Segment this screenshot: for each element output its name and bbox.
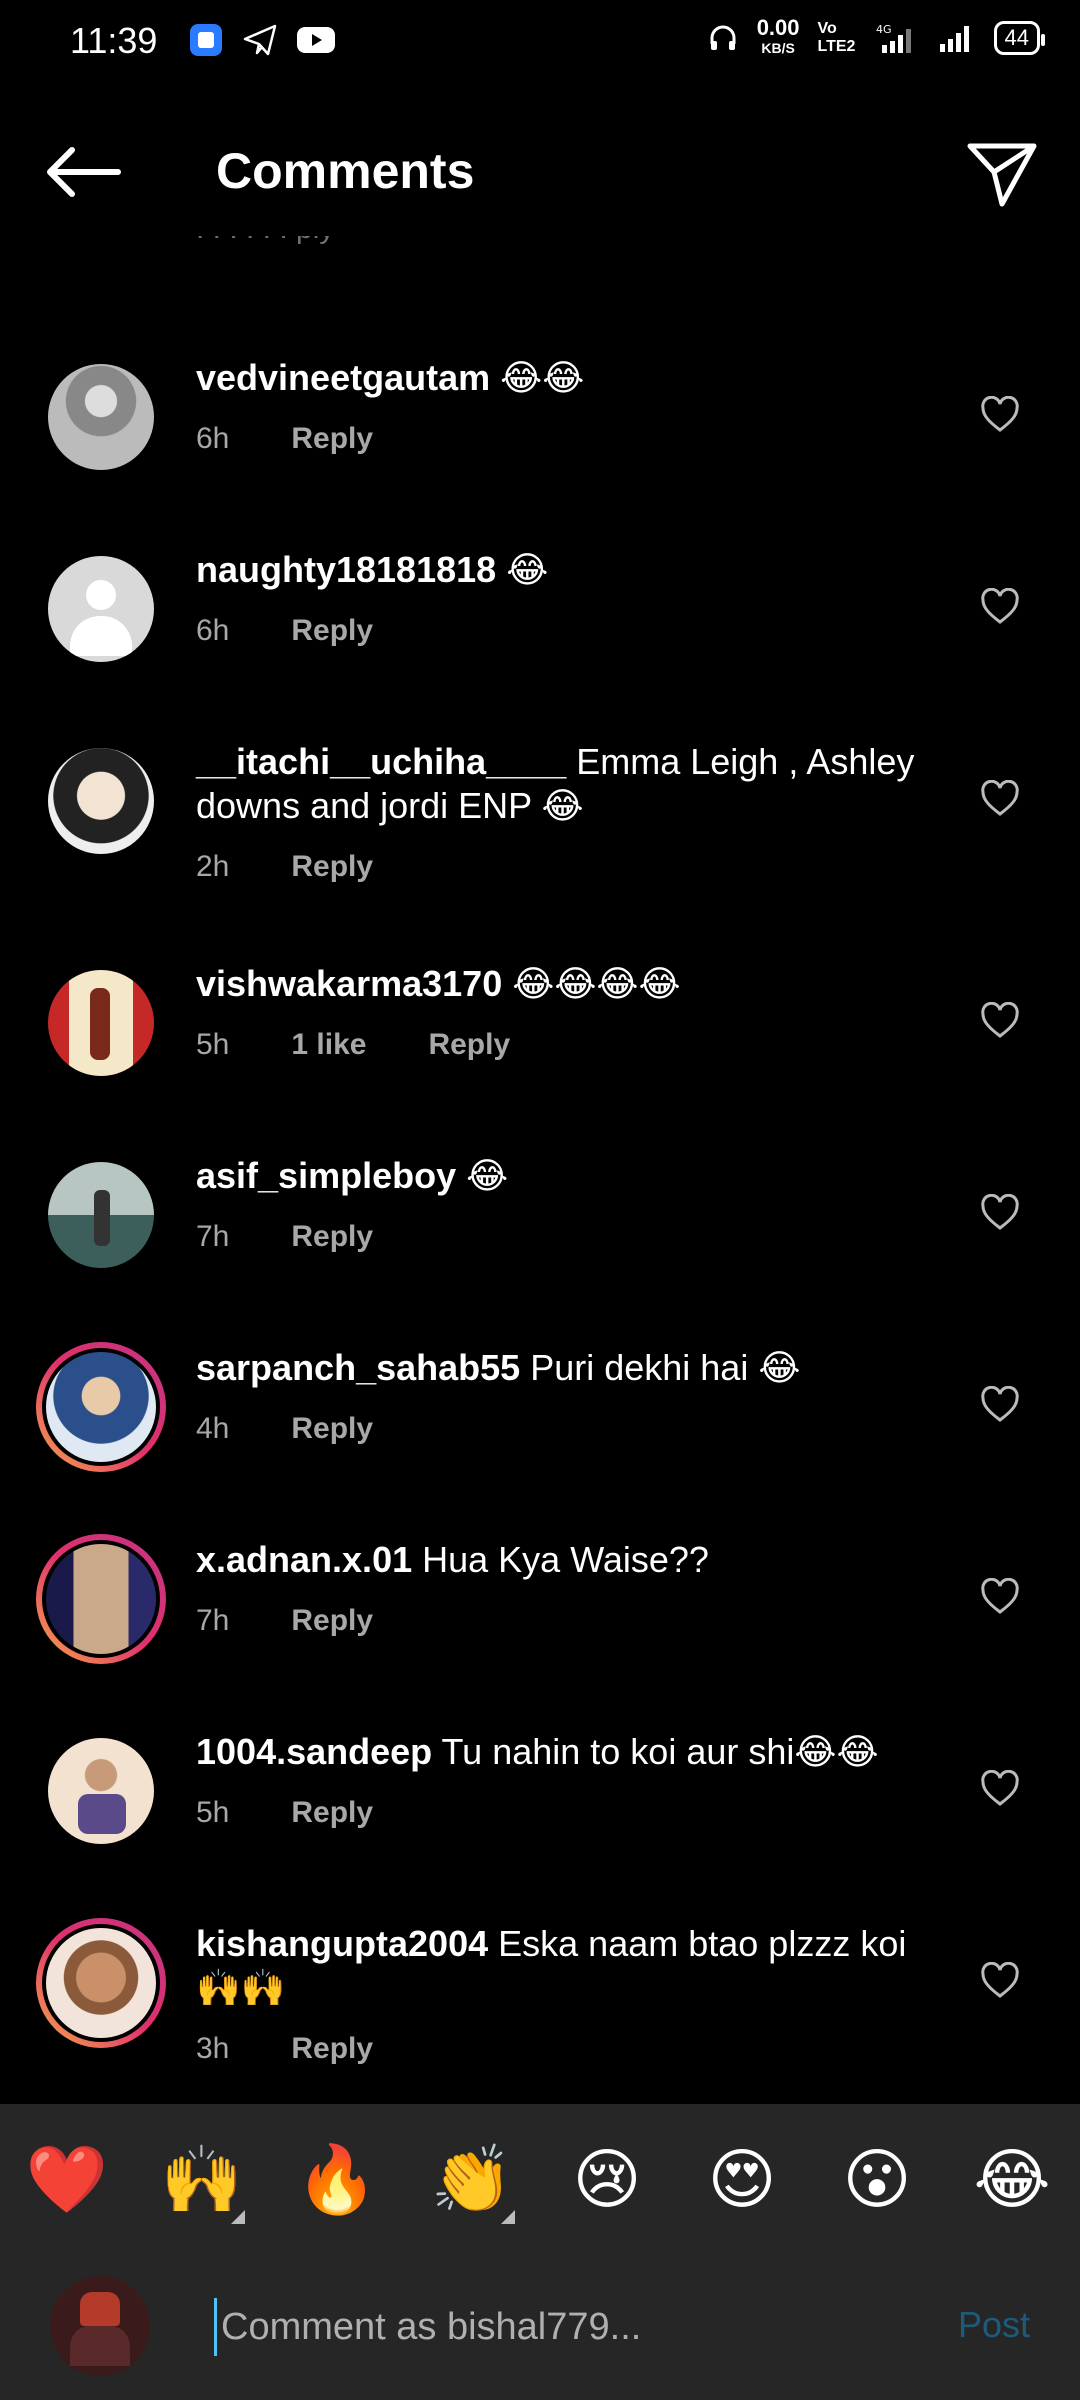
comment-text: 😂😂 <box>500 357 585 398</box>
comment-username[interactable]: __itachi__uchiha____ <box>196 741 566 782</box>
signal-4g-icon: 4G <box>876 23 911 53</box>
emoji-raising-hands[interactable]: 🙌 <box>157 2140 247 2224</box>
emoji-quick-bar: ❤️ 🙌 🔥 👏 😢 😍 😮 😂 <box>0 2104 1080 2254</box>
back-arrow-icon[interactable] <box>40 142 124 202</box>
heart-icon[interactable] <box>980 1194 1020 1232</box>
comment-text: 😂😂😂😂 <box>512 963 681 1004</box>
reply-button[interactable]: Reply <box>291 2032 373 2066</box>
comment-time: 6h <box>196 614 230 647</box>
comment-username[interactable]: 1004.sandeep <box>196 1731 432 1772</box>
comment-time: 6h <box>196 422 230 455</box>
status-right: 0.00 KB/S Vo LTE2 4G 44 <box>707 15 1046 58</box>
comment-text: Puri dekhi hai 😂 <box>530 1347 801 1388</box>
comment-meta: 6h Reply <box>196 614 373 648</box>
emoji-laughing[interactable]: 😂 <box>967 2140 1057 2220</box>
volte-indicator: Vo LTE2 <box>817 20 856 55</box>
heart-icon[interactable] <box>980 1770 1020 1808</box>
header: Comments <box>0 120 1080 230</box>
svg-text:4G: 4G <box>876 23 892 36</box>
comment-meta: 5h 1 like Reply <box>196 1028 510 1062</box>
heart-icon[interactable] <box>980 396 1020 434</box>
comment-time: 2h <box>196 850 230 883</box>
comment-time: 5h <box>196 1796 230 1829</box>
avatar[interactable] <box>48 1738 154 1844</box>
heart-icon[interactable] <box>980 1386 1020 1424</box>
telegram-icon <box>243 24 277 56</box>
comment-time: 7h <box>196 1220 230 1253</box>
avatar-placeholder[interactable] <box>48 556 154 662</box>
comment-meta: 6h Reply <box>196 422 373 456</box>
avatar-story-ring[interactable] <box>36 1534 166 1664</box>
comment-username[interactable]: asif_simpleboy <box>196 1155 456 1196</box>
comment-meta: 7h Reply <box>196 1604 373 1638</box>
emoji-clapping[interactable]: 👏 <box>427 2140 517 2224</box>
reply-button[interactable]: Reply <box>291 1220 373 1254</box>
current-user-avatar <box>50 2276 150 2376</box>
reply-button[interactable]: Reply <box>291 1412 373 1446</box>
status-time: 11:39 <box>70 20 158 61</box>
comment-text: 😂 <box>506 549 549 590</box>
comment-time: 3h <box>196 2032 230 2065</box>
comment-time: 7h <box>196 1604 230 1637</box>
post-button[interactable]: Post <box>958 2304 1030 2346</box>
status-app-icons <box>188 22 336 58</box>
comment-username[interactable]: vishwakarma3170 <box>196 963 502 1004</box>
comment-composer: Post <box>0 2254 1080 2400</box>
heart-icon[interactable] <box>980 1578 1020 1616</box>
emoji-heart[interactable]: ❤️ <box>22 2140 112 2220</box>
comment-text: Hua Kya Waise?? <box>422 1539 709 1580</box>
emoji-fire[interactable]: 🔥 <box>292 2140 382 2220</box>
avatar-story-ring[interactable] <box>36 1342 166 1472</box>
comment-username[interactable]: vedvineetgautam <box>196 357 490 398</box>
comment-input[interactable] <box>214 2298 903 2356</box>
reply-button[interactable]: Reply <box>291 614 373 648</box>
emoji-surprised[interactable]: 😮 <box>832 2140 922 2220</box>
avatar-story-ring[interactable] <box>36 1918 166 2048</box>
comment-username[interactable]: naughty18181818 <box>196 549 496 590</box>
comment-meta: 3h Reply <box>196 2032 373 2066</box>
emoji-heart-eyes[interactable]: 😍 <box>697 2140 787 2220</box>
avatar[interactable] <box>48 748 154 854</box>
comment-text: 😂 <box>466 1155 509 1196</box>
net-speed: 0.00 KB/S <box>756 15 800 57</box>
comment-meta: 4h Reply <box>196 1412 373 1446</box>
like-count[interactable]: 1 like <box>291 1028 366 1062</box>
heart-icon[interactable] <box>980 1962 1020 2000</box>
comment-meta: 2h Reply <box>196 850 373 884</box>
emoji-crying[interactable]: 😢 <box>562 2140 652 2220</box>
signal-icon <box>939 26 969 52</box>
avatar[interactable] <box>48 970 154 1076</box>
reply-button[interactable]: Reply <box>291 850 373 884</box>
comment-username[interactable]: x.adnan.x.01 <box>196 1539 412 1580</box>
reply-button[interactable]: Reply <box>291 1604 373 1638</box>
reply-button[interactable]: Reply <box>291 422 373 456</box>
comment-meta: 5h Reply <box>196 1796 373 1830</box>
heart-icon[interactable] <box>980 588 1020 626</box>
app-notification-icon <box>190 24 222 56</box>
heart-icon[interactable] <box>980 1002 1020 1040</box>
comment-meta: 7h Reply <box>196 1220 373 1254</box>
heart-icon[interactable] <box>980 780 1020 818</box>
send-icon[interactable] <box>964 138 1040 210</box>
avatar[interactable] <box>48 1162 154 1268</box>
battery-indicator: 44 <box>993 21 1046 55</box>
comment-username[interactable]: kishangupta2004 <box>196 1923 488 1964</box>
comment-time: 5h <box>196 1028 230 1061</box>
page-title: Comments <box>216 143 475 199</box>
headphones-icon <box>710 25 736 50</box>
comment-time: 4h <box>196 1412 230 1445</box>
reply-button[interactable]: Reply <box>428 1028 510 1062</box>
cutoff-comment-fragment: . . . . . . ply <box>196 236 496 266</box>
youtube-icon <box>297 27 335 53</box>
avatar[interactable] <box>48 364 154 470</box>
status-bar: 11:39 0.00 KB/S Vo LTE2 4G 44 <box>0 0 1080 84</box>
comment-username[interactable]: sarpanch_sahab55 <box>196 1347 520 1388</box>
reply-button[interactable]: Reply <box>291 1796 373 1830</box>
comment-text: Tu nahin to koi aur shi😂😂 <box>441 1731 879 1772</box>
